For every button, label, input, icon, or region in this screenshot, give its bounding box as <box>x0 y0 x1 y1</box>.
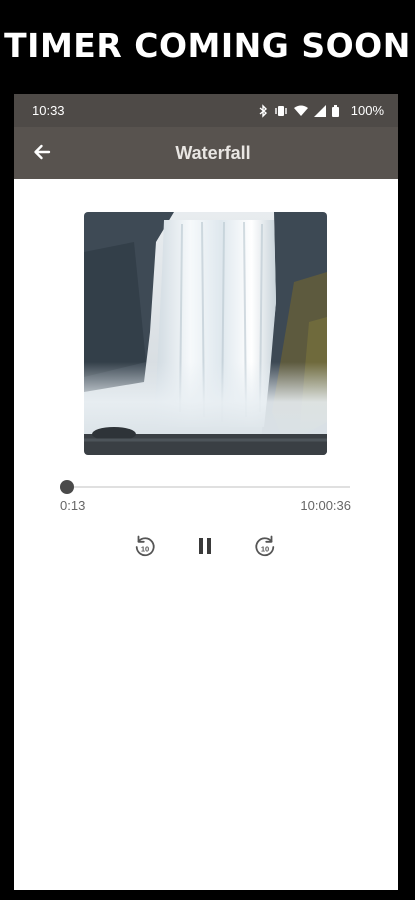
playback-controls: 10 10 <box>14 532 398 560</box>
vibrate-icon <box>274 105 288 117</box>
wifi-icon <box>293 105 308 116</box>
pause-icon[interactable] <box>191 532 219 560</box>
forward-10-label: 10 <box>261 545 269 554</box>
page-title: Waterfall <box>175 142 251 163</box>
signal-icon <box>313 104 326 117</box>
phone-screen: 10:33 100% Waterfall 0:13 10:00:36 10 10 <box>14 94 398 890</box>
promo-banner: TIMER COMING SOON <box>0 0 415 94</box>
replay-10-icon[interactable]: 10 <box>131 532 159 560</box>
battery-icon <box>331 104 339 117</box>
forward-10-icon[interactable]: 10 <box>251 532 279 560</box>
battery-percentage: 100% <box>350 103 384 118</box>
app-bar: Waterfall <box>14 127 398 179</box>
status-icons: 100% <box>259 103 384 118</box>
elapsed-time: 0:13 <box>60 498 86 513</box>
bluetooth-icon <box>259 103 268 118</box>
banner-text: TIMER COMING SOON <box>4 25 411 65</box>
arrow-left-icon[interactable] <box>30 140 54 164</box>
status-time: 10:33 <box>32 103 65 118</box>
replay-10-label: 10 <box>141 545 149 554</box>
seek-bar[interactable] <box>60 480 350 494</box>
seek-thumb[interactable] <box>60 480 74 494</box>
total-duration: 10:00:36 <box>300 498 351 513</box>
status-bar: 10:33 100% <box>14 94 398 127</box>
waterfall-image <box>84 212 327 455</box>
seek-track <box>60 486 350 488</box>
